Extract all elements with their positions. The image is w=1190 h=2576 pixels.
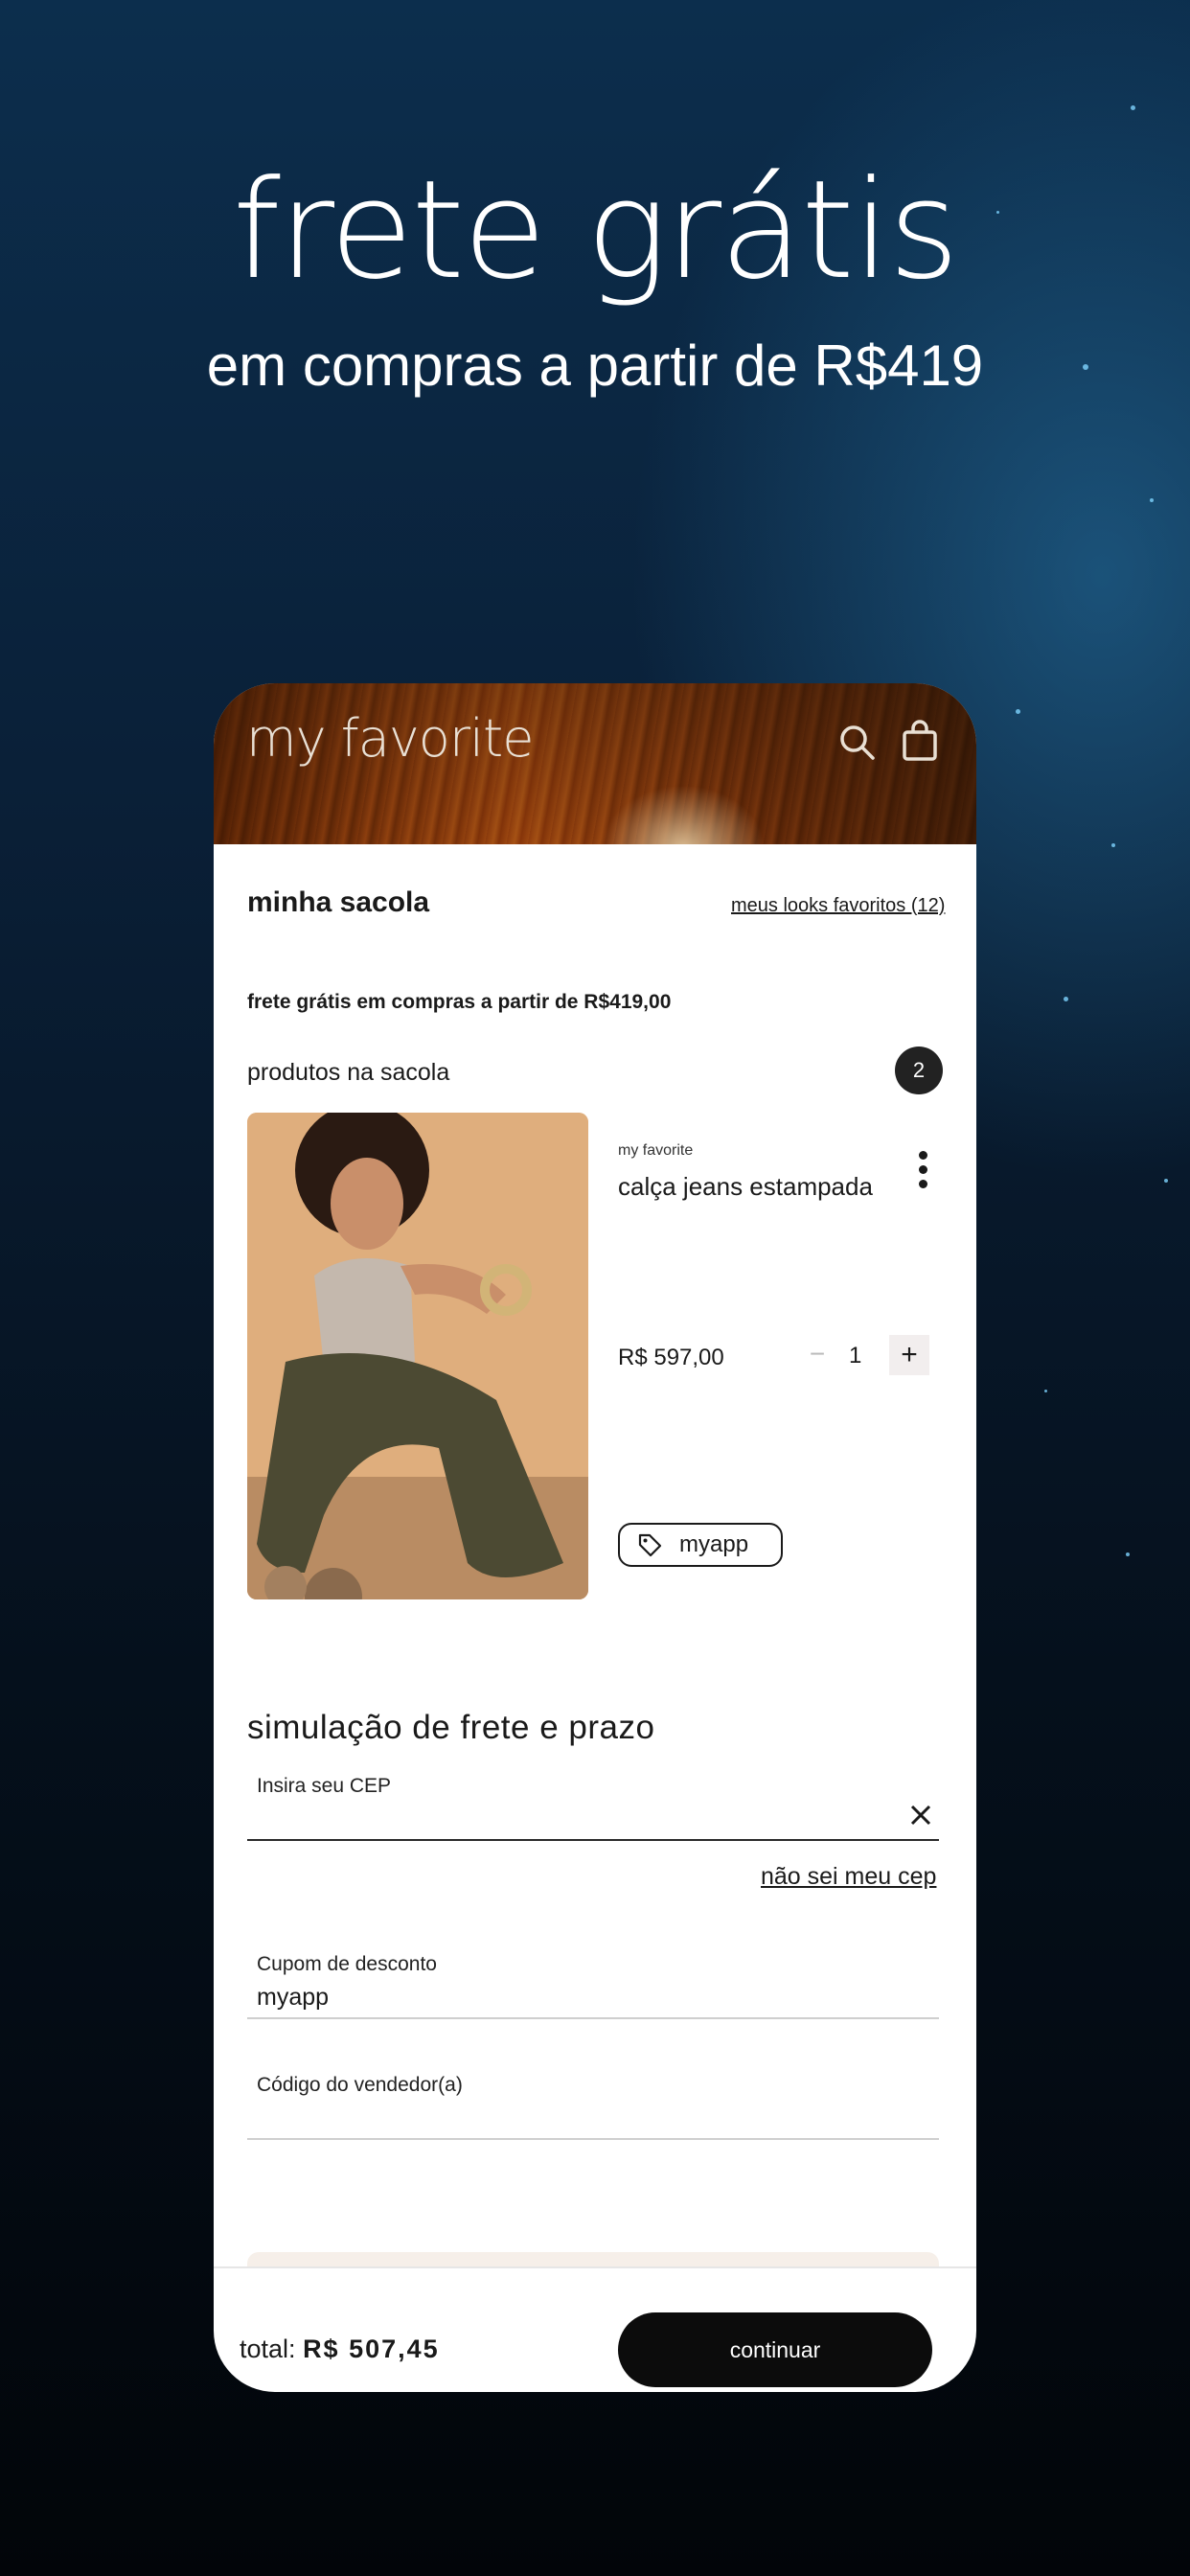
more-options-icon[interactable] — [915, 1151, 930, 1195]
products-count-badge: 2 — [895, 1046, 943, 1094]
order-total: total: R$ 507,45 — [240, 2334, 440, 2364]
bag-title: minha sacola — [247, 886, 430, 918]
decrease-quantity-button[interactable]: − — [798, 1335, 836, 1373]
seller-code-underline — [247, 2138, 939, 2140]
increase-quantity-button[interactable]: + — [889, 1335, 929, 1375]
discount-input[interactable]: myapp — [257, 1984, 880, 2012]
cep-underline — [247, 1839, 939, 1841]
cep-label: Insira seu CEP — [257, 1775, 392, 1797]
summary-card-peek — [247, 2252, 939, 2266]
product-brand: my favorite — [618, 1142, 694, 1159]
total-label: total: — [240, 2334, 296, 2363]
total-value: R$ 507,45 — [303, 2334, 440, 2363]
coupon-tag-label: myapp — [679, 1531, 749, 1557]
quantity-value: 1 — [849, 1343, 862, 1368]
products-label: produtos na sacola — [247, 1059, 450, 1086]
cep-input[interactable] — [257, 1805, 880, 1833]
product-name[interactable]: calça jeans estampada — [618, 1172, 873, 1202]
search-icon[interactable] — [838, 724, 877, 762]
footer-divider — [214, 2266, 976, 2268]
bag-icon[interactable] — [902, 720, 938, 762]
seller-code-label: Código do vendedor(a) — [257, 2074, 463, 2096]
product-image[interactable] — [247, 1113, 588, 1599]
continue-button[interactable]: continuar — [618, 2312, 932, 2387]
hero-subtitle: em compras a partir de R$419 — [206, 334, 984, 398]
product-price: R$ 597,00 — [618, 1345, 724, 1370]
discount-label: Cupom de desconto — [257, 1953, 437, 1975]
seller-code-input[interactable] — [257, 2104, 880, 2133]
hero-title: frete grátis — [232, 151, 960, 310]
close-icon[interactable] — [908, 1803, 933, 1828]
phone-screen: my favorite minha sacola meus looks favo… — [214, 683, 976, 2392]
shipping-simulation-title: simulação de frete e prazo — [247, 1709, 655, 1746]
tag-icon — [638, 1533, 662, 1557]
discount-underline — [247, 2017, 939, 2019]
favorite-looks-link[interactable]: meus looks favoritos (12) — [731, 895, 945, 917]
coupon-tag[interactable]: myapp — [618, 1523, 783, 1567]
app-logo[interactable]: my favorite — [246, 708, 534, 769]
free-shipping-note: frete grátis em compras a partir de R$41… — [247, 991, 672, 1013]
unknown-cep-link[interactable]: não sei meu cep — [761, 1863, 936, 1891]
